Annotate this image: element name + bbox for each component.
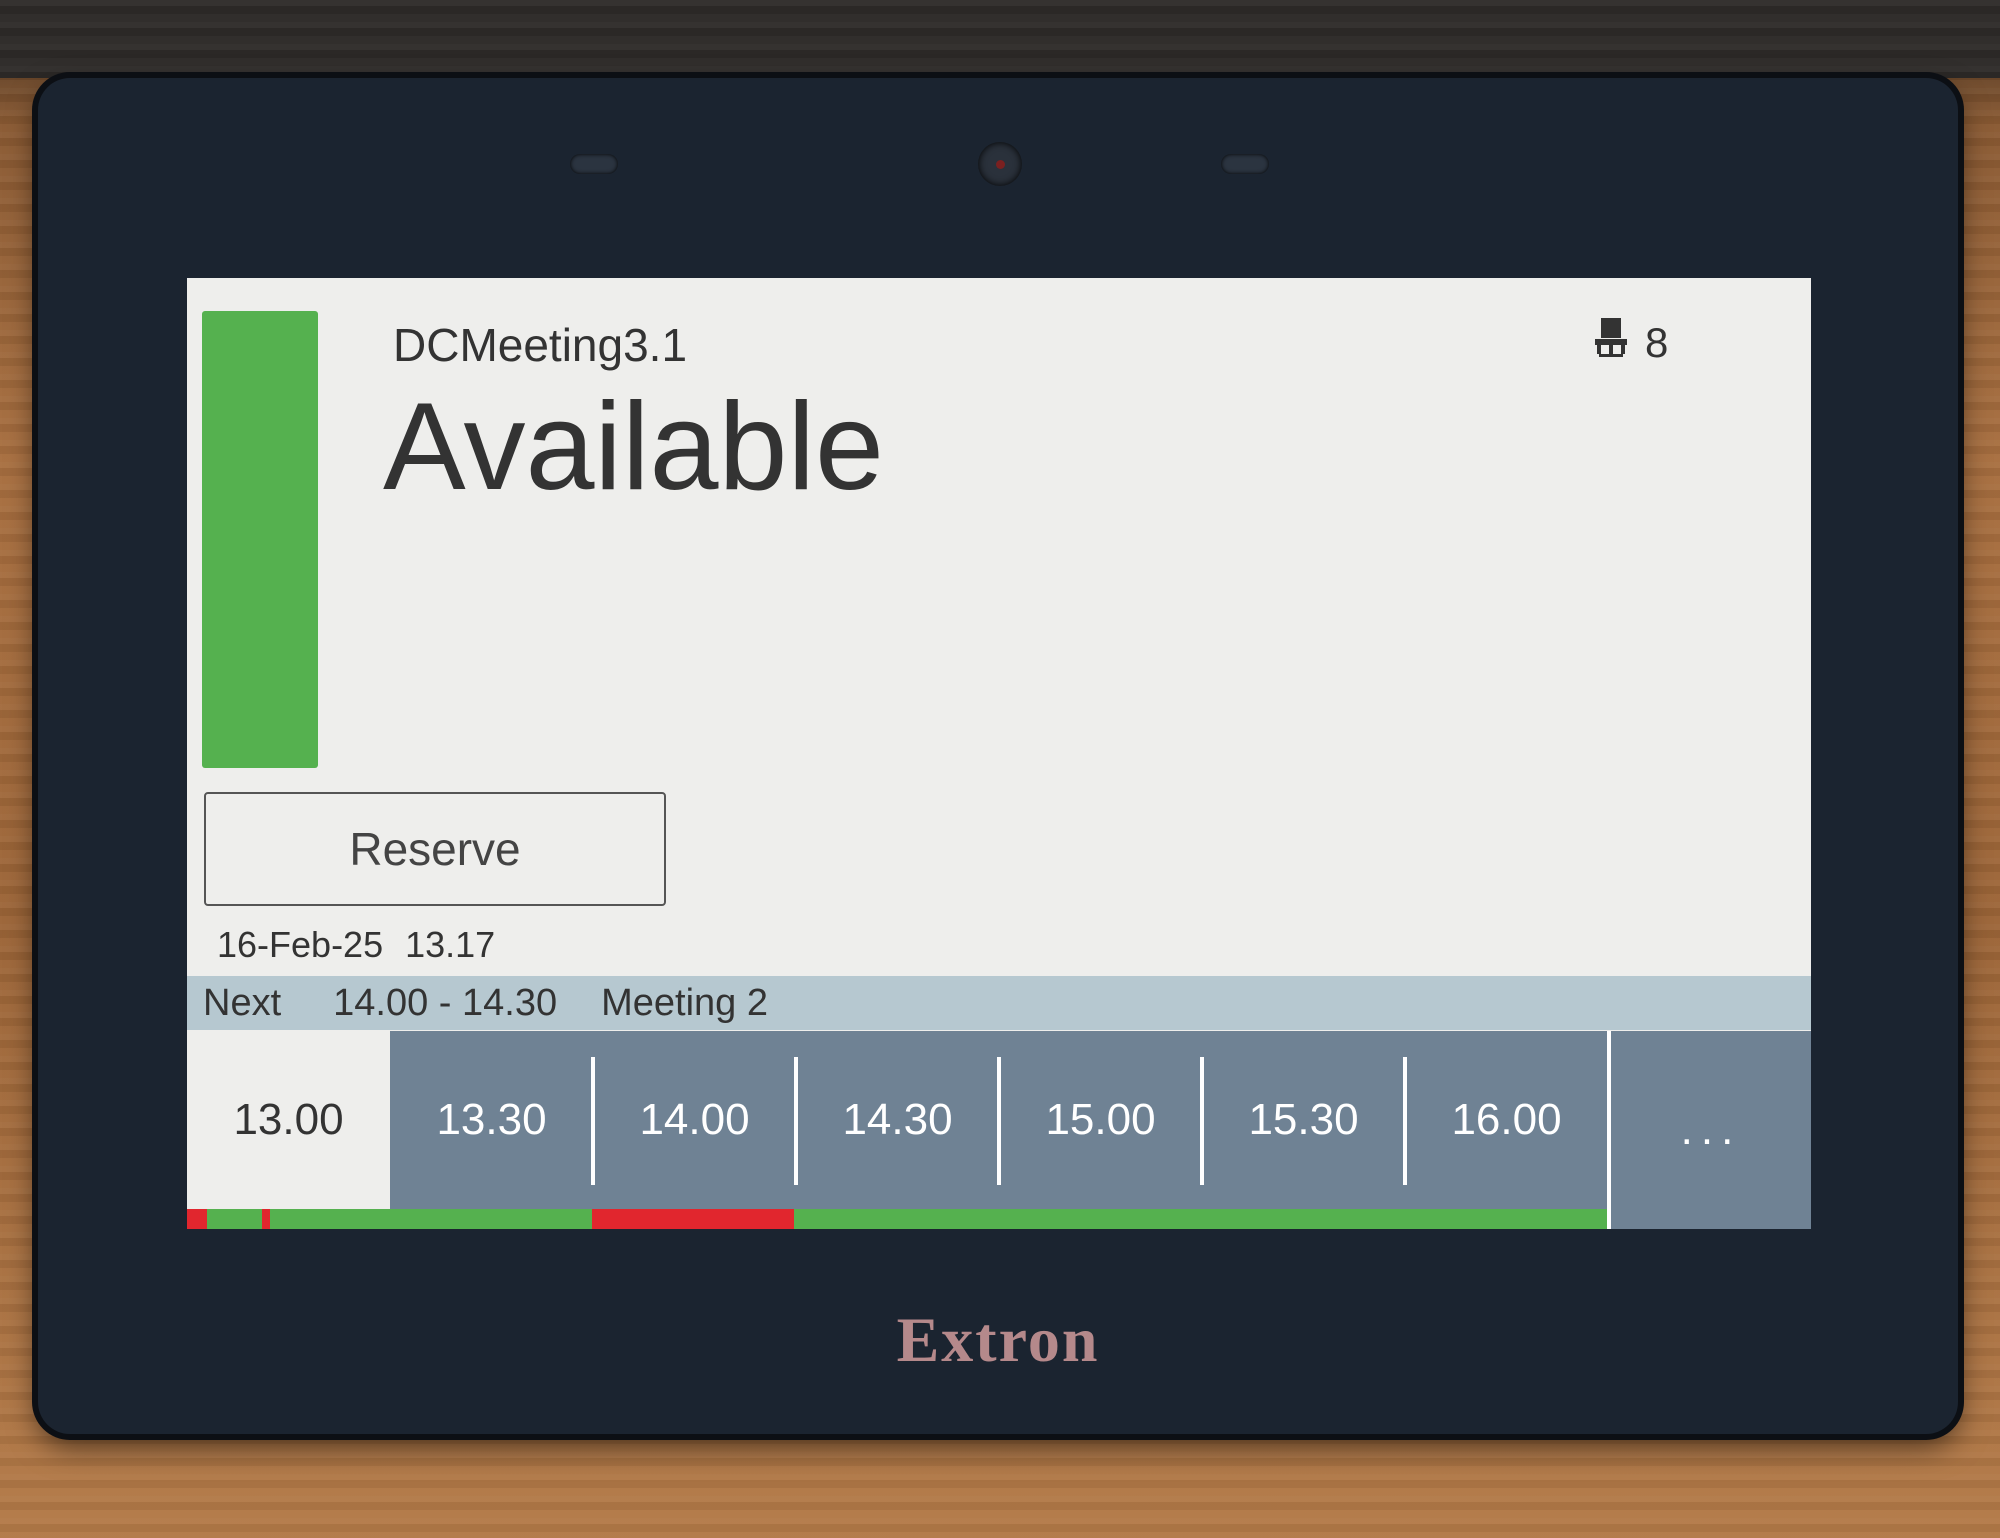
room-capacity: 8 [1595,318,1668,368]
time-slot[interactable]: 15.30 [1202,1031,1405,1209]
current-time: 13.17 [405,924,496,965]
slot-label: 15.30 [1248,1095,1359,1144]
slot-label: 13.00 [233,1095,344,1144]
occupancy-free [207,1209,262,1229]
chair-icon [1595,318,1627,368]
camera-lens [996,160,1005,169]
occupancy-free [794,1209,1607,1229]
brand-logo: Extron [896,1304,1100,1375]
time-slot[interactable]: 13.30 [390,1031,593,1209]
occupancy-booked [187,1209,207,1229]
next-meeting-bar: Next 14.00 - 14.30 Meeting 2 [187,976,1811,1030]
reserve-button[interactable]: Reserve [204,792,666,906]
camera [978,142,1022,186]
time-slot[interactable]: 15.00 [999,1031,1202,1209]
slot-label: 15.00 [1045,1095,1156,1144]
proximity-sensor [570,154,618,174]
next-label: Next [203,981,282,1024]
status-indicator [202,311,318,768]
more-slots-button[interactable]: ... [1611,1031,1811,1229]
occupancy-booked [592,1209,794,1229]
occupancy-booked [262,1209,270,1229]
time-slot[interactable]: 16.00 [1405,1031,1608,1209]
slot-label: 16.00 [1451,1095,1562,1144]
light-sensor [1221,154,1269,174]
capacity-count: 8 [1645,319,1669,366]
room-name: DCMeeting3.1 [393,319,688,371]
room-scheduler-screen: DCMeeting3.1 Available 8 Reserve 16-Feb-… [187,278,1811,1229]
slot-label: 14.30 [842,1095,953,1144]
time-slot[interactable]: 14.00 [593,1031,796,1209]
slot-label: 13.30 [436,1095,547,1144]
schedule-timeline: 13.00 13.30 14.00 14.30 15.00 15.30 16.0… [187,1031,1811,1229]
current-date: 16-Feb-25 [217,924,384,965]
time-slot-current[interactable]: 13.00 [187,1031,390,1209]
time-slot[interactable]: 14.30 [796,1031,999,1209]
slot-label: 14.00 [639,1095,750,1144]
occupancy-free [270,1209,592,1229]
next-time-range: 14.00 - 14.30 [333,981,558,1024]
next-meeting-title: Meeting 2 [601,981,768,1024]
current-datetime: 16-Feb-25 13.17 [217,924,495,966]
room-status: Available [383,378,884,516]
